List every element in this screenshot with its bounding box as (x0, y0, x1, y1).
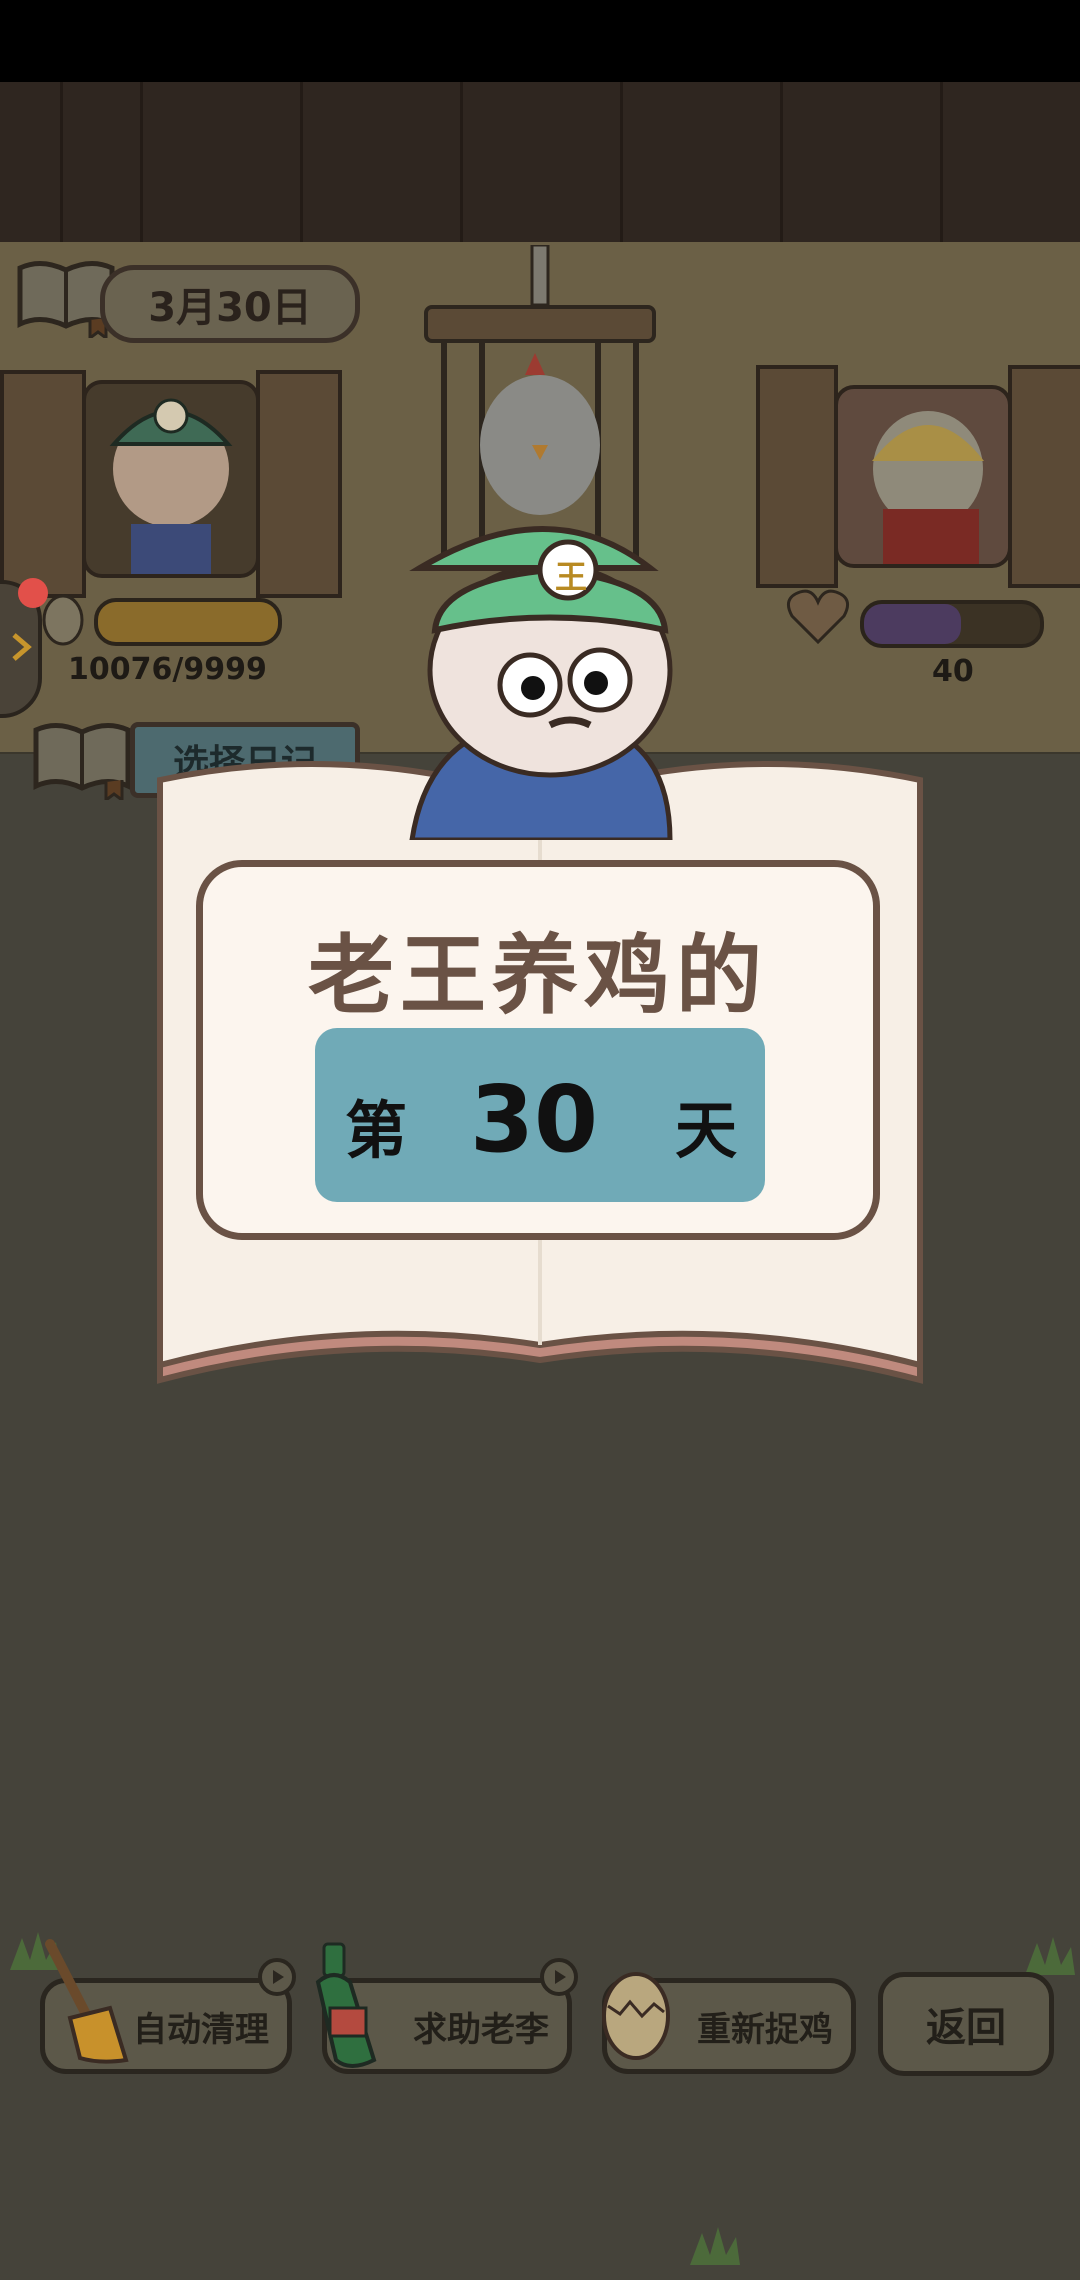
date-label: 3月30日 (100, 265, 360, 343)
wall-plank (60, 82, 63, 242)
egg-icon (602, 1972, 670, 2060)
recatch-chicken-label: 重新捉鸡 (697, 2009, 833, 2050)
day-prefix: 第 (345, 1094, 408, 1167)
broom-icon (45, 1939, 129, 2064)
grass-decoration (690, 2227, 740, 2265)
right-progress-fill (864, 604, 961, 644)
ad-play-badge (540, 1958, 578, 1996)
chevron-right-icon (12, 633, 32, 661)
back-button[interactable]: 返回 (878, 1972, 1054, 2076)
right-progress-bar (860, 600, 1044, 648)
window-shutter (1008, 365, 1080, 588)
window-shutter (0, 370, 86, 598)
top-wall (0, 82, 1080, 242)
left-progress-fill (98, 602, 278, 642)
left-counter: 10076/9999 (68, 652, 267, 687)
heart-icon (786, 589, 850, 645)
play-icon (273, 1970, 284, 1984)
window-shutter (256, 370, 342, 598)
day-number: 30 (470, 1066, 599, 1173)
ad-play-badge (258, 1958, 296, 1996)
wall-plank (460, 82, 463, 242)
grass-decoration (1025, 1937, 1075, 1975)
auto-clean-label: 自动清理 (133, 2009, 269, 2050)
dialog-headline: 老王养鸡的 (308, 926, 768, 1026)
customer-window-right (834, 385, 1012, 568)
customer-avatar (109, 398, 233, 574)
cap-emblem-icon: 王 (554, 558, 587, 596)
ask-laoli-label: 求助老李 (413, 2009, 549, 2050)
wall-plank (780, 82, 783, 242)
play-icon (555, 1970, 566, 1984)
customer-avatar (872, 411, 984, 564)
egg-icon (42, 594, 84, 646)
window-shutter (756, 365, 838, 588)
book-icon (33, 723, 131, 800)
day-suffix: 天 (675, 1094, 738, 1167)
left-progress-bar (94, 598, 282, 646)
wall-plank (300, 82, 303, 242)
bottle-icon (315, 1942, 377, 2068)
wall-plank (620, 82, 623, 242)
chicken-cage (424, 245, 656, 565)
status-bar (0, 0, 1080, 82)
wall-plank (940, 82, 943, 242)
back-label: 返回 (926, 2005, 1006, 2051)
customer-window-left (82, 380, 260, 578)
right-counter: 40 (932, 654, 974, 689)
wall-plank (140, 82, 143, 242)
